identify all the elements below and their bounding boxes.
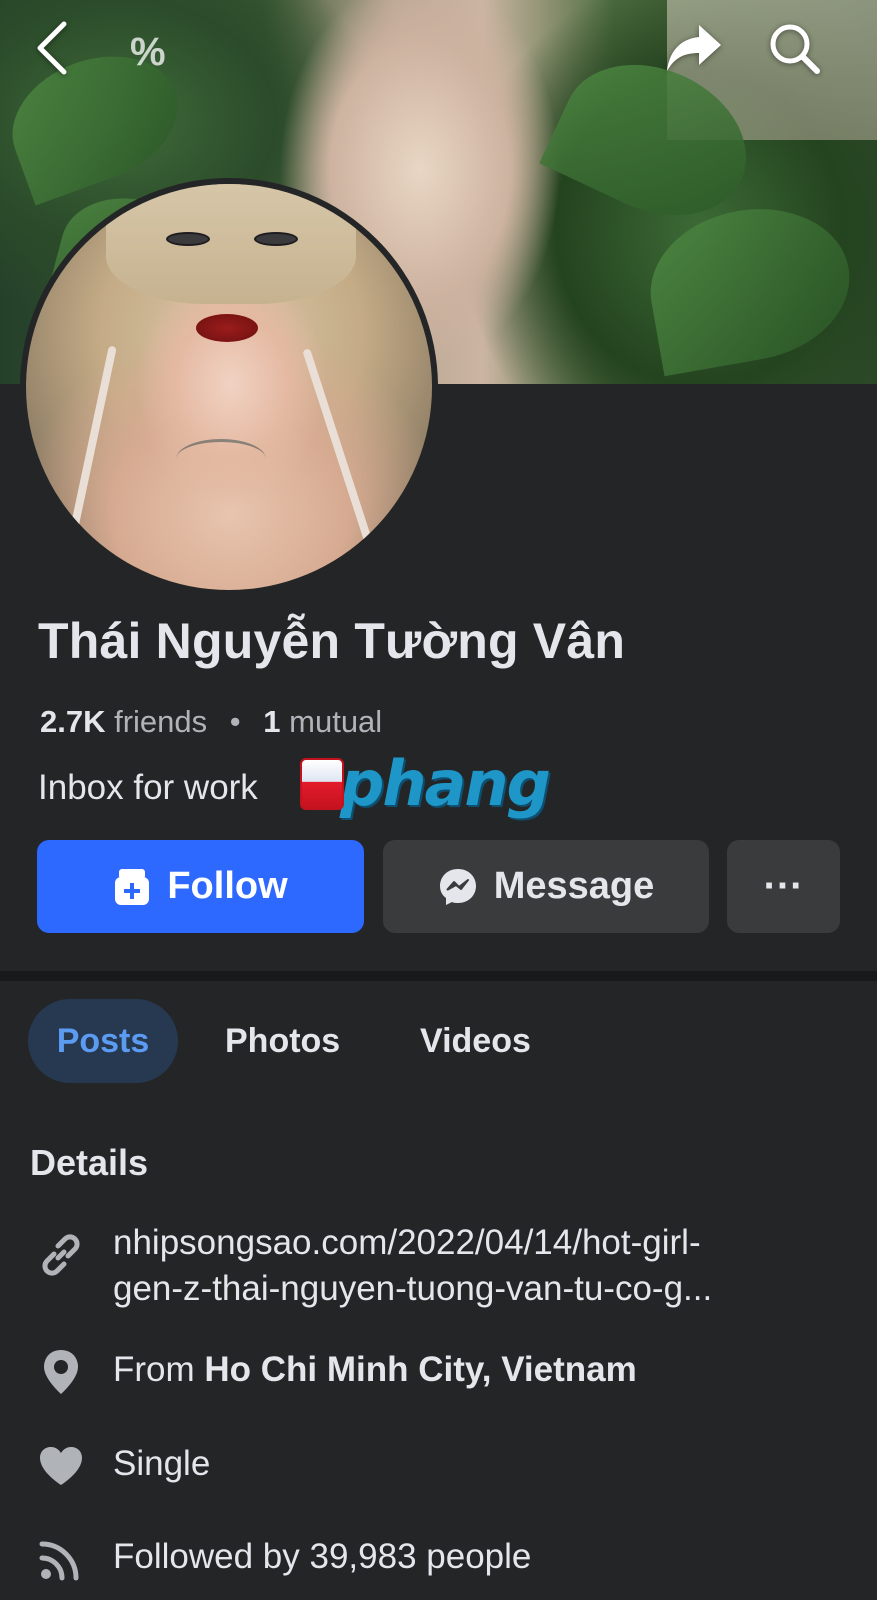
avatar-strap [302,348,378,560]
website-link[interactable]: nhipsongsao.com/2022/04/14/hot-girl- gen… [113,1220,853,1312]
location-text: From Ho Chi Minh City, Vietnam [113,1347,637,1393]
messenger-icon [439,868,476,905]
watermark-box-icon [300,758,344,810]
relationship-text: Single [113,1444,211,1483]
avatar-photo [26,184,432,590]
avatar-eye [166,232,210,246]
website-link-line-1: nhipsongsao.com/2022/04/14/hot-girl- [113,1223,701,1262]
mutual-count: 1 [263,704,281,739]
tab-videos[interactable]: Videos [420,999,531,1083]
share-arrow-icon [667,25,721,71]
mutual-label: mutual [289,704,383,739]
search-icon [770,24,820,74]
watermark-logo: phang [300,744,562,824]
back-button[interactable] [22,18,82,78]
follow-icon [115,868,150,905]
stats-separator: • [229,704,241,739]
chevron-left-icon [37,21,67,75]
avatar-eye [254,232,298,246]
message-label: Message [493,865,655,907]
message-button[interactable]: Message [383,840,709,933]
website-link-line-2: gen-z-thai-nguyen-tuong-van-tu-co-g... [113,1269,713,1308]
avatar-strap [63,345,117,563]
section-divider [0,971,877,981]
heart-icon [36,1441,86,1491]
cover-leaf [638,193,862,377]
avatar-hair [106,184,356,304]
location-value: Ho Chi Minh City, Vietnam [204,1350,637,1389]
followers-text: Followed by 39,983 people [113,1537,532,1576]
link-icon [36,1230,86,1280]
avatar-tattoo [176,439,266,479]
friends-count: 2.7K [40,704,106,739]
tab-posts[interactable]: Posts [28,999,178,1083]
cover-glyph: % [130,30,166,74]
location-prefix: From [113,1350,195,1389]
friends-label: friends [114,704,208,739]
details-heading: Details [30,1142,149,1183]
search-button[interactable] [764,18,824,78]
tab-photos[interactable]: Photos [225,999,340,1083]
more-options-icon: ··· [763,864,804,908]
follow-label: Follow [167,865,288,907]
avatar-lips [196,314,258,342]
more-options-button[interactable]: ··· [727,840,840,933]
profile-name: Thái Nguyễn Tường Vân [38,613,626,669]
friends-stats[interactable]: 2.7K friends • 1 mutual [40,704,382,740]
profile-bio: Inbox for work [38,768,258,807]
watermark-text: phang [340,747,551,820]
rss-followers-icon [36,1534,86,1584]
profile-picture[interactable] [20,178,438,596]
location-pin-icon [36,1347,86,1397]
share-button[interactable] [664,18,724,78]
follow-button[interactable]: Follow [37,840,364,933]
